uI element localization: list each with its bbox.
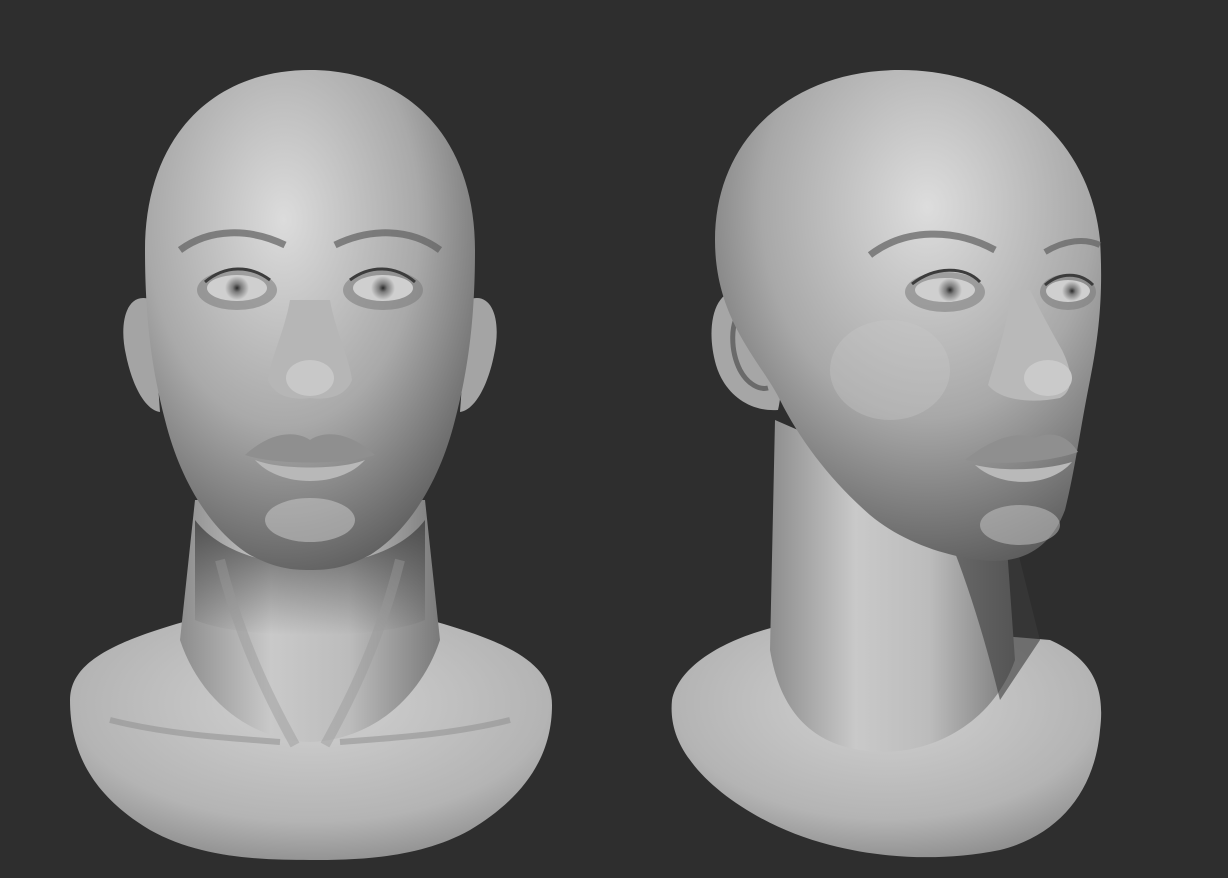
tq-cheek-highlight <box>830 320 950 420</box>
front-right-iris <box>371 276 395 300</box>
front-left-iris <box>225 276 249 300</box>
tq-nose-tip <box>1024 360 1072 396</box>
tq-chin-highlight <box>980 505 1060 545</box>
render-viewport <box>0 0 1228 878</box>
front-chin-highlight <box>265 498 355 542</box>
front-nose-tip <box>286 360 334 396</box>
front-view-head <box>70 70 552 860</box>
tq-skull <box>715 70 1102 561</box>
three-quarter-view-head <box>671 70 1102 858</box>
render-canvas <box>70 70 1102 860</box>
tq-right-iris <box>1062 281 1082 301</box>
tq-left-iris <box>938 278 962 302</box>
